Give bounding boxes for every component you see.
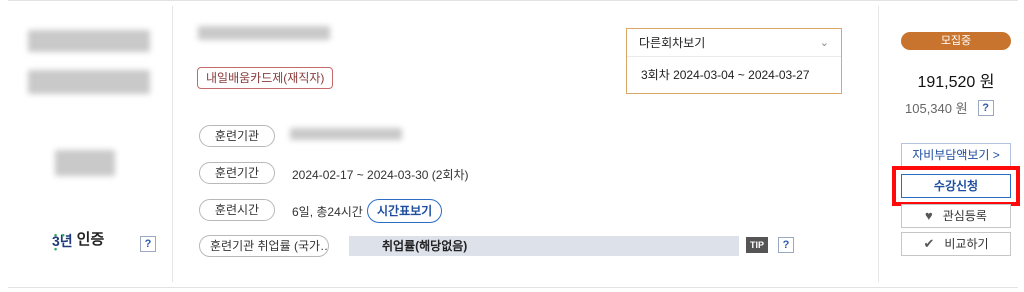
session-dropdown-header[interactable]: 다른회차보기 ⌄ xyxy=(627,29,841,57)
check-icon: ✔ xyxy=(923,236,935,251)
wishlist-button[interactable]: ♥ 관심등록 xyxy=(901,204,1011,228)
help-icon[interactable]: ? xyxy=(140,236,156,252)
wishlist-label: 관심등록 xyxy=(942,209,987,223)
employment-rate-label: 훈련기관 취업률 (국가… xyxy=(199,235,329,257)
card-type-badge: 내일배움카드제(재직자) xyxy=(197,67,334,89)
apply-button[interactable]: 수강신청 xyxy=(901,174,1011,198)
institution-label: 훈련기관 xyxy=(199,125,275,147)
blurred-institution-value xyxy=(290,128,402,140)
blurred-institution-logo xyxy=(28,30,150,52)
self-pay-view-button[interactable]: 자비부담액보기 > xyxy=(901,143,1011,167)
employment-rate-bar: 취업률(해당없음) xyxy=(349,236,739,256)
hours-label: 훈련시간 xyxy=(199,199,275,221)
help-icon[interactable]: ? xyxy=(977,99,994,116)
period-value: 2024-02-17 ~ 2024-03-30 (2회차) xyxy=(292,168,469,182)
blurred-course-title xyxy=(198,26,330,40)
certification-badge: • • • 3년 인증 xyxy=(52,228,105,254)
timetable-button[interactable]: 시간표보기 xyxy=(367,199,443,223)
blurred-institution-name xyxy=(55,150,115,176)
tip-badge[interactable]: TIP xyxy=(746,237,768,253)
certification-label: 인증 xyxy=(76,231,105,248)
heart-icon: ♥ xyxy=(925,208,933,223)
column-divider xyxy=(878,6,879,282)
status-badge: 모집중 xyxy=(901,32,1011,50)
compare-label: 비교하기 xyxy=(944,237,989,251)
column-divider xyxy=(172,6,173,282)
blurred-institution-logo xyxy=(28,70,150,94)
session-dropdown[interactable]: 다른회차보기 ⌄ 3회차 2024-03-04 ~ 2024-03-27 xyxy=(626,28,842,94)
course-price: 191,520 원 xyxy=(917,74,995,91)
session-option[interactable]: 3회차 2024-03-04 ~ 2024-03-27 xyxy=(627,57,841,93)
chevron-down-icon[interactable]: ⌄ xyxy=(820,29,829,57)
period-label: 훈련기간 xyxy=(199,162,275,184)
certification-icon: • • • 3년 xyxy=(52,229,73,254)
hours-value: 6일, 총24시간 xyxy=(292,205,363,219)
help-icon[interactable]: ? xyxy=(778,237,794,253)
self-pay-price: 105,340 원 ? xyxy=(905,98,994,117)
session-dropdown-title: 다른회차보기 xyxy=(639,36,706,50)
compare-button[interactable]: ✔ 비교하기 xyxy=(901,232,1011,256)
self-pay-amount: 105,340 원 xyxy=(905,101,968,116)
